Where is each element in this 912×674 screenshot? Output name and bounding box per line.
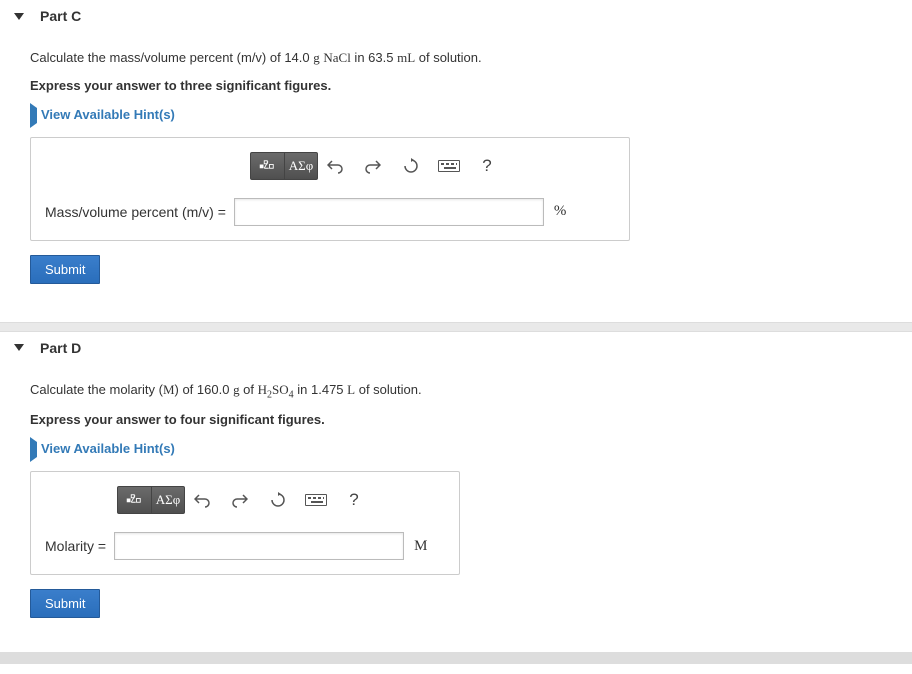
submit-button[interactable]: Submit <box>30 255 100 284</box>
part-divider <box>0 322 912 332</box>
view-hints-link[interactable]: View Available Hint(s) <box>30 107 882 123</box>
greek-button[interactable]: ΑΣφ <box>151 486 185 514</box>
templates-icon <box>259 159 277 173</box>
part-d-body: Calculate the molarity (M) of 160.0 g of… <box>0 364 912 619</box>
answer-box: ΑΣφ ? Mass/volume percent (m/v) = % <box>30 137 630 241</box>
greek-button[interactable]: ΑΣφ <box>284 152 318 180</box>
view-hints-link[interactable]: View Available Hint(s) <box>30 441 882 457</box>
chevron-down-icon <box>14 13 24 20</box>
answer-row: Molarity = M <box>45 532 445 560</box>
part-c-instruction: Express your answer to three significant… <box>30 78 882 93</box>
reset-icon <box>403 158 419 174</box>
undo-icon <box>194 492 210 508</box>
part-d-instruction: Express your answer to four significant … <box>30 412 882 427</box>
undo-icon <box>327 158 343 174</box>
redo-icon <box>232 492 248 508</box>
keyboard-button[interactable] <box>299 486 333 514</box>
redo-button[interactable] <box>356 152 390 180</box>
help-button[interactable]: ? <box>337 486 371 514</box>
answer-unit: % <box>554 203 567 220</box>
chevron-right-icon <box>30 437 37 462</box>
answer-input[interactable] <box>234 198 544 226</box>
equation-toolbar: ΑΣφ ? <box>250 152 615 180</box>
templates-icon <box>126 493 144 507</box>
keyboard-icon <box>305 494 327 506</box>
chevron-right-icon <box>30 103 37 128</box>
keyboard-icon <box>438 160 460 172</box>
part-c-title: Part C <box>40 8 81 24</box>
answer-label: Molarity = <box>45 538 106 554</box>
reset-button[interactable] <box>261 486 295 514</box>
part-d-header[interactable]: Part D <box>0 332 912 364</box>
part-d-prompt: Calculate the molarity (M) of 160.0 g of… <box>30 380 882 403</box>
keyboard-button[interactable] <box>432 152 466 180</box>
equation-toolbar: ΑΣφ ? <box>117 486 445 514</box>
reset-button[interactable] <box>394 152 428 180</box>
undo-button[interactable] <box>318 152 352 180</box>
redo-icon <box>365 158 381 174</box>
part-d: Part D Calculate the molarity (M) of 160… <box>0 332 912 639</box>
answer-row: Mass/volume percent (m/v) = % <box>45 198 615 226</box>
answer-box: ΑΣφ ? Molarity = M <box>30 471 460 575</box>
undo-button[interactable] <box>185 486 219 514</box>
help-button[interactable]: ? <box>470 152 504 180</box>
footer-bar <box>0 652 912 664</box>
templates-button[interactable] <box>250 152 284 180</box>
part-c-prompt: Calculate the mass/volume percent (m/v) … <box>30 48 882 68</box>
templates-button[interactable] <box>117 486 151 514</box>
part-c-header[interactable]: Part C <box>0 0 912 32</box>
part-d-title: Part D <box>40 340 81 356</box>
redo-button[interactable] <box>223 486 257 514</box>
answer-input[interactable] <box>114 532 404 560</box>
submit-button[interactable]: Submit <box>30 589 100 618</box>
reset-icon <box>270 492 286 508</box>
part-c: Part C Calculate the mass/volume percent… <box>0 0 912 304</box>
answer-unit: M <box>414 538 427 555</box>
answer-label: Mass/volume percent (m/v) = <box>45 204 226 220</box>
part-c-body: Calculate the mass/volume percent (m/v) … <box>0 32 912 284</box>
chevron-down-icon <box>14 344 24 351</box>
